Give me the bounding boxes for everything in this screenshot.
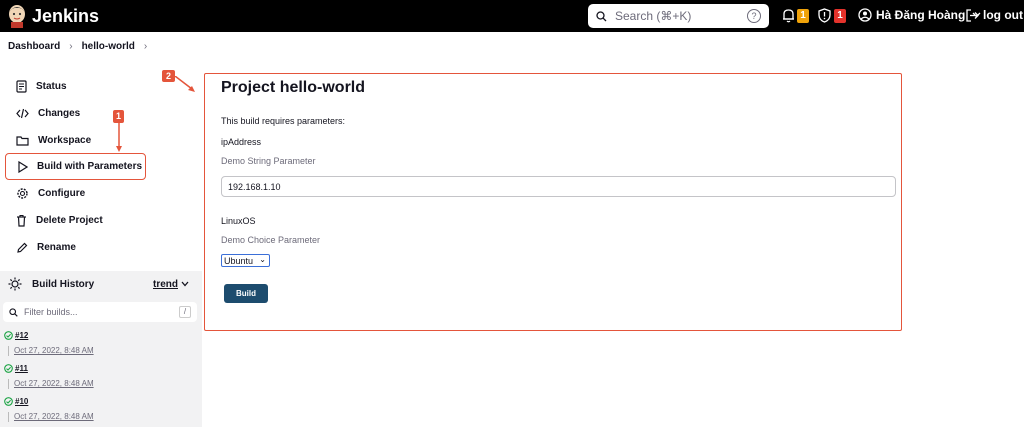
param-description-linuxos: Demo Choice Parameter (221, 235, 321, 245)
build-divider (8, 346, 9, 356)
sidebar-item-label: Workspace (38, 135, 92, 146)
pencil-icon (17, 242, 28, 253)
notifications-badge[interactable]: 1 (797, 9, 809, 23)
filter-builds-input[interactable]: Filter builds... / (3, 302, 197, 322)
linuxos-select[interactable]: Ubuntu ⌄ (221, 254, 270, 267)
build-number-link[interactable]: #10 (15, 397, 28, 406)
param-name-ipaddress: ipAddress (221, 137, 262, 147)
requires-parameters-text: This build requires parameters: (221, 116, 346, 126)
top-bar: Jenkins Search (⌘+K) ? 1 1 Hà Đăng Hoàng (0, 0, 1024, 32)
annotation-arrow-1 (116, 122, 122, 152)
breadcrumb: Dashboard › hello-world › (0, 32, 1024, 60)
search-icon (9, 307, 18, 317)
user-name: Hà Đăng Hoàng (876, 8, 966, 22)
page-title: Project hello-world (221, 79, 366, 96)
user-menu[interactable]: Hà Đăng Hoàng (858, 8, 981, 22)
build-time-link[interactable]: Oct 27, 2022, 8:48 AM (14, 412, 94, 421)
sidebar-item-rename[interactable]: Rename (5, 234, 146, 261)
logout-icon (966, 8, 979, 22)
sidebar-item-label: Status (36, 81, 67, 92)
ipaddress-input[interactable] (221, 176, 896, 197)
trend-link[interactable]: trend (153, 279, 178, 290)
brand-title[interactable]: Jenkins (32, 6, 99, 27)
linuxos-selected-value: Ubuntu (224, 255, 254, 266)
build-parameters-form: Project hello-world This build requires … (204, 73, 902, 331)
sidebar-item-changes[interactable]: Changes (5, 100, 146, 127)
sidebar-item-status[interactable]: Status (5, 73, 146, 100)
help-icon[interactable]: ? (747, 9, 761, 23)
param-name-linuxos: LinuxOS (221, 216, 256, 226)
annotation-badge-2: 2 (162, 70, 175, 82)
sidebar-item-label: Delete Project (36, 215, 103, 226)
build-divider (8, 412, 9, 422)
user-icon (858, 8, 872, 22)
search-box[interactable]: Search (⌘+K) ? (588, 4, 769, 28)
breadcrumb-separator-icon: › (69, 40, 73, 52)
sidebar-item-build-with-parameters[interactable]: Build with Parameters (5, 153, 146, 180)
success-check-icon (4, 397, 13, 406)
folder-icon (16, 136, 29, 146)
play-icon (18, 160, 28, 173)
bell-icon[interactable] (782, 8, 795, 23)
filter-placeholder: Filter builds... (24, 307, 78, 317)
sidebar-item-workspace[interactable]: Workspace (5, 127, 146, 154)
shield-icon[interactable] (818, 8, 831, 23)
sidebar-item-label: Configure (38, 188, 86, 199)
build-history-title: Build History (32, 278, 95, 290)
breadcrumb-item-project[interactable]: hello-world (82, 41, 135, 52)
sidebar-item-label: Rename (37, 242, 76, 253)
code-icon (16, 108, 29, 119)
chevron-down-icon[interactable] (181, 281, 189, 287)
build-time-link[interactable]: Oct 27, 2022, 8:48 AM (14, 379, 94, 388)
success-check-icon (4, 364, 13, 373)
sidebar-item-label: Changes (38, 108, 81, 119)
security-badge[interactable]: 1 (834, 9, 846, 23)
search-placeholder: Search (⌘+K) (615, 9, 692, 23)
build-divider (8, 379, 9, 389)
breadcrumb-item-dashboard[interactable]: Dashboard (8, 41, 60, 52)
build-button[interactable]: Build (224, 284, 268, 303)
build-number-link[interactable]: #12 (15, 331, 28, 340)
logout-label: log out (983, 8, 1023, 22)
trash-icon (17, 214, 26, 227)
build-history-panel: Build History trend Filter builds... / #… (0, 271, 202, 427)
build-history-header: Build History (8, 277, 94, 291)
chevron-down-icon: ⌄ (259, 255, 266, 264)
build-number-link[interactable]: #11 (15, 364, 28, 373)
filter-shortcut: / (179, 306, 191, 318)
breadcrumb-separator-icon: › (143, 40, 148, 52)
gear-icon (17, 188, 28, 199)
success-check-icon (4, 331, 13, 340)
document-icon (16, 80, 27, 93)
logout-link[interactable]: log out (966, 8, 1023, 22)
sidebar-item-configure[interactable]: Configure (5, 180, 146, 207)
jenkins-logo-icon[interactable] (7, 4, 27, 28)
sun-icon (8, 277, 22, 291)
sidebar-item-delete-project[interactable]: Delete Project (5, 207, 146, 234)
search-icon (596, 10, 607, 21)
sidebar-item-label: Build with Parameters (37, 161, 143, 172)
annotation-arrow-2 (175, 76, 195, 92)
param-description-ipaddress: Demo String Parameter (221, 156, 316, 166)
build-time-link[interactable]: Oct 27, 2022, 8:48 AM (14, 346, 94, 355)
